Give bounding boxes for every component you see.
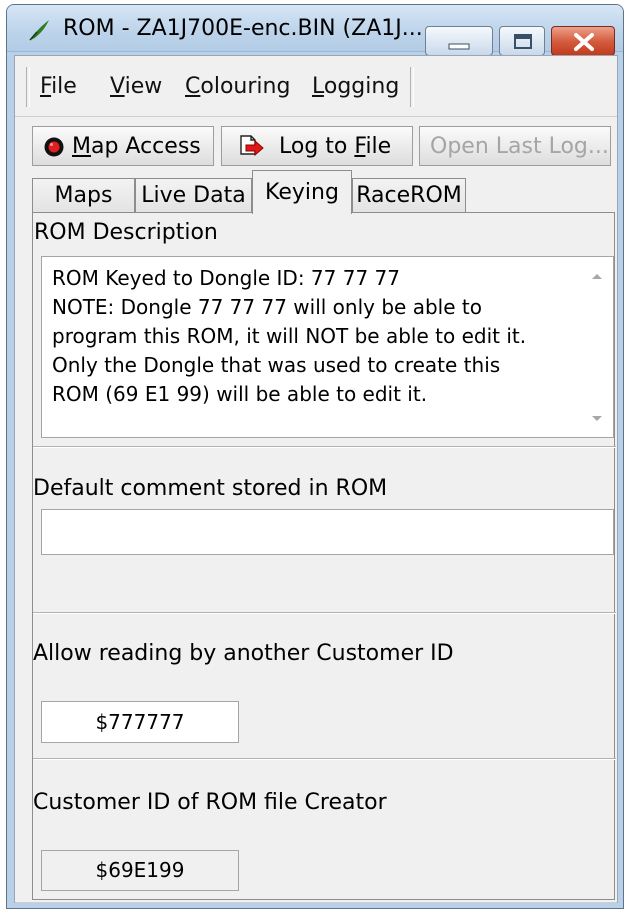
menu-logging-access-key: L xyxy=(312,74,324,99)
rom-description-label: ROM Description xyxy=(34,220,218,245)
log-to-file-button[interactable]: Log to File xyxy=(221,126,413,166)
menu-view[interactable]: View xyxy=(110,74,162,99)
rom-creator-customer-id-field: $69E199 xyxy=(41,850,239,891)
app-window: ROM - ZA1J700E-enc.BIN (ZA1J... File Vie… xyxy=(6,4,624,909)
default-comment-field[interactable] xyxy=(41,509,614,555)
tab-strip: Maps Live Data Keying RaceROM xyxy=(15,170,617,214)
menu-logging[interactable]: Logging xyxy=(312,74,399,99)
tab-maps[interactable]: Maps xyxy=(32,178,135,212)
log-to-file-label-suffix: ile xyxy=(365,134,392,159)
log-to-file-access-key: F xyxy=(354,134,366,159)
tab-live-data[interactable]: Live Data xyxy=(135,178,252,212)
record-icon xyxy=(44,137,64,157)
menu-file-access-key: F xyxy=(40,74,52,99)
log-to-file-label-prefix: Log to xyxy=(279,134,355,159)
close-button[interactable] xyxy=(551,26,615,56)
menu-bar: File View Colouring Logging xyxy=(15,56,617,117)
rom-creator-label: Customer ID of ROM file Creator xyxy=(33,790,387,815)
menu-separator-left xyxy=(26,67,30,107)
section-divider xyxy=(33,758,616,760)
map-access-button[interactable]: Map Access xyxy=(32,126,214,166)
section-divider xyxy=(33,612,616,614)
log-arrow-icon xyxy=(240,135,264,157)
scroll-down-arrow-icon[interactable] xyxy=(589,410,605,426)
rom-description-text: ROM Keyed to Dongle ID: 77 77 77 NOTE: D… xyxy=(52,266,527,406)
menu-file-label-rest: ile xyxy=(51,74,77,99)
keying-panel: ROM Description ROM Keyed to Dongle ID: … xyxy=(32,212,616,900)
tab-keying[interactable]: Keying xyxy=(252,170,352,214)
maximize-button[interactable] xyxy=(499,26,545,56)
map-access-label-rest: ap Access xyxy=(90,134,201,159)
maximize-icon xyxy=(514,34,532,49)
minimize-icon xyxy=(448,43,470,50)
status-bar xyxy=(15,902,617,908)
menu-separator-right xyxy=(410,67,414,107)
open-last-log-label: Open Last Log... xyxy=(430,134,609,159)
quill-icon xyxy=(29,20,49,41)
toolbar: Map Access Log to File Open Last Log... xyxy=(15,118,617,168)
menu-file[interactable]: File xyxy=(40,74,77,99)
menu-logging-label-rest: ogging xyxy=(323,74,400,99)
tab-raceROM[interactable]: RaceROM xyxy=(352,178,466,212)
menu-colouring[interactable]: Colouring xyxy=(185,74,290,99)
window-title: ROM - ZA1J700E-enc.BIN (ZA1J... xyxy=(63,16,423,41)
menu-view-label-rest: iew xyxy=(124,74,163,99)
allow-reading-label: Allow reading by another Customer ID xyxy=(33,641,454,666)
menu-view-access-key: V xyxy=(110,74,125,99)
default-comment-label: Default comment stored in ROM xyxy=(33,476,388,501)
rom-description-textarea[interactable]: ROM Keyed to Dongle ID: 77 77 77 NOTE: D… xyxy=(41,256,614,438)
minimize-button[interactable] xyxy=(425,26,493,56)
scroll-up-arrow-icon[interactable] xyxy=(589,269,605,285)
menu-colouring-label-rest: olouring xyxy=(200,74,291,99)
log-to-file-label: Log to File xyxy=(279,134,391,159)
menu-colouring-access-key: C xyxy=(185,74,201,99)
allow-reading-customer-id-field[interactable]: $777777 xyxy=(41,701,239,743)
title-bar[interactable]: ROM - ZA1J700E-enc.BIN (ZA1J... xyxy=(7,5,623,56)
open-last-log-button[interactable]: Open Last Log... xyxy=(419,126,611,166)
client-area: File View Colouring Logging Map Access L… xyxy=(14,55,618,903)
section-divider xyxy=(33,446,616,448)
close-icon xyxy=(574,33,594,51)
map-access-access-key: M xyxy=(72,134,91,159)
map-access-label: Map Access xyxy=(72,134,201,159)
